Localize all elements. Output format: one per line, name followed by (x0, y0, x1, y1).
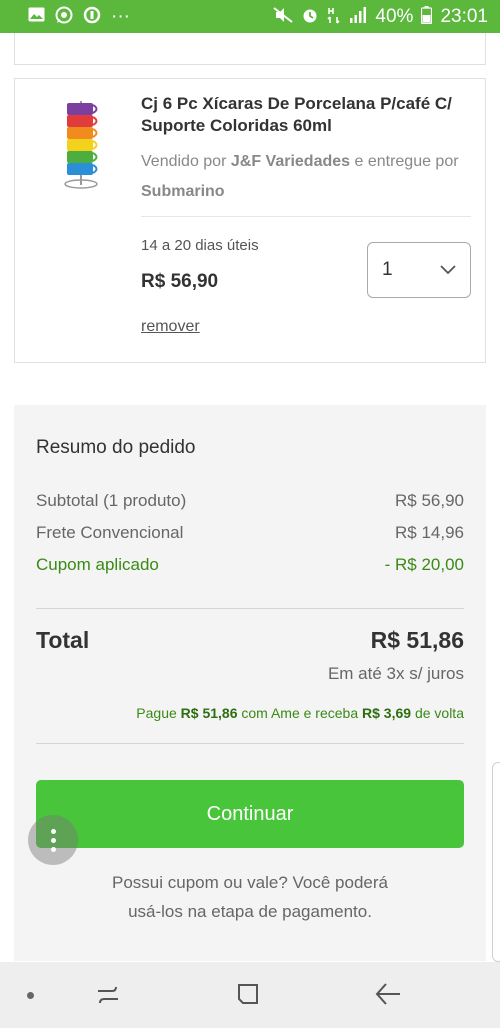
product-image[interactable] (55, 95, 107, 191)
cup (67, 151, 93, 163)
ame-suffix: de volta (411, 705, 464, 721)
delivered-prefix: e entregue por (350, 153, 459, 170)
more-dots-icon: ··· (111, 5, 130, 27)
coupon-row: Cupom aplicado - R$ 20,00 (36, 555, 464, 575)
recent-apps-icon[interactable] (95, 982, 121, 1008)
floating-menu-button[interactable] (28, 815, 78, 865)
vertical-dots-icon (50, 828, 56, 852)
divider (36, 743, 464, 744)
network-icon (327, 6, 341, 28)
ame-cashback: R$ 3,69 (362, 705, 412, 721)
cup-handle (92, 164, 98, 174)
cup (67, 115, 93, 127)
edge-panel-handle[interactable] (492, 762, 500, 962)
quantity-select[interactable]: 1 (367, 242, 471, 298)
cup (67, 127, 93, 139)
coupon-label: Cupom aplicado (36, 555, 159, 574)
ame-prefix: Pague (136, 705, 181, 721)
cup-handle (92, 140, 98, 150)
status-bar: ··· 40% 23:01 (0, 0, 500, 33)
cup (67, 103, 93, 115)
battery-icon (421, 5, 433, 28)
seller-prefix: Vendido por (141, 153, 231, 170)
divider (141, 216, 471, 217)
alarm-icon (301, 6, 319, 28)
seller-info: Vendido por J&F Variedades e entregue po… (141, 147, 471, 207)
hint-line-1: Possui cupom ou vale? Você poderá (112, 873, 388, 892)
back-icon[interactable] (374, 981, 402, 1007)
shipping-row: Frete Convencional R$ 14,96 (36, 523, 464, 543)
coupon-value: - R$ 20,00 (384, 555, 464, 574)
cup-handle (92, 152, 98, 162)
subtotal-value: R$ 56,90 (395, 491, 464, 510)
ame-cashback-text: Pague R$ 51,86 com Ame e receba R$ 3,69 … (136, 705, 464, 721)
signal-icon (349, 6, 367, 27)
cup-handle (92, 116, 98, 126)
battery-percent: 40% (375, 5, 414, 27)
previous-card (14, 33, 486, 65)
delivered-by: Submarino (141, 183, 225, 200)
seller-name[interactable]: J&F Variedades (231, 153, 350, 170)
cup (67, 139, 93, 151)
chevron-down-icon (440, 262, 456, 278)
home-icon[interactable] (236, 982, 260, 1006)
total-label: Total (36, 627, 90, 653)
product-title[interactable]: Cj 6 Pc Xícaras De Porcelana P/café C/ S… (141, 93, 471, 137)
order-summary: Resumo do pedido Subtotal (1 produto) R$… (14, 405, 486, 961)
clock: 23:01 (440, 5, 488, 27)
cup-handle (92, 128, 98, 138)
total-row: Total R$ 51,86 (36, 627, 464, 654)
status-bar-system: 40% 23:01 (273, 5, 488, 28)
shipping-value: R$ 14,96 (395, 523, 464, 542)
ame-amount: R$ 51,86 (180, 705, 238, 721)
installments-text: Em até 3x s/ juros (327, 664, 464, 683)
cup-handle (92, 104, 98, 114)
shipping-label: Frete Convencional (36, 523, 184, 542)
image-icon (28, 7, 45, 26)
navigation-bar (0, 962, 500, 1028)
nav-dot-icon[interactable] (27, 992, 34, 999)
subtotal-row: Subtotal (1 produto) R$ 56,90 (36, 491, 464, 511)
continue-button[interactable]: Continuar (36, 780, 464, 848)
mute-vibrate-icon (273, 6, 294, 27)
cup (67, 163, 93, 175)
hint-line-2: usá-los na etapa de pagamento. (128, 902, 372, 921)
coupon-hint: Possui cupom ou vale? Você poderá usá-lo… (36, 868, 464, 926)
summary-title: Resumo do pedido (36, 437, 196, 458)
total-value: R$ 51,86 (370, 627, 464, 653)
divider (36, 608, 464, 609)
status-bar-notifications: ··· (28, 6, 130, 28)
remove-link[interactable]: remover (141, 318, 200, 336)
subtotal-label: Subtotal (1 produto) (36, 491, 187, 510)
product-price: R$ 56,90 (141, 271, 219, 292)
cart-item-card: Cj 6 Pc Xícaras De Porcelana P/café C/ S… (14, 78, 486, 363)
ame-middle: com Ame e receba (237, 705, 363, 721)
whatsapp-icon (55, 6, 73, 28)
data-saver-icon (83, 6, 101, 28)
delivery-time: 14 a 20 dias úteis (141, 237, 259, 254)
quantity-value: 1 (382, 259, 393, 280)
